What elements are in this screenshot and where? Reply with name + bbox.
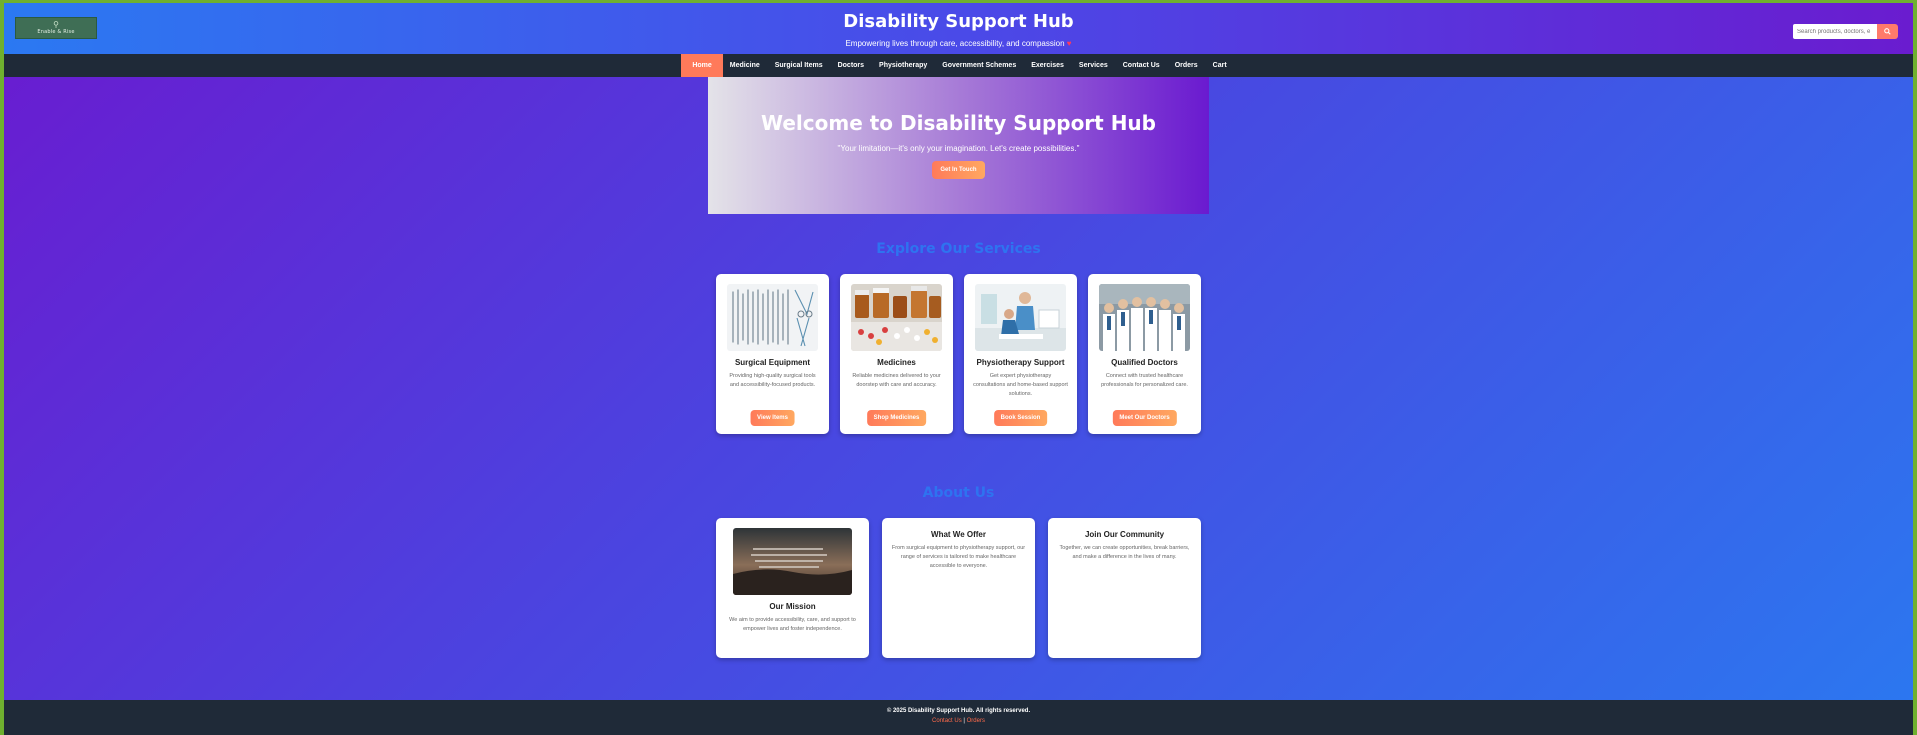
page: ⚲ Enable & Rise Disability Support Hub E… (4, 3, 1913, 735)
heart-icon: ♥ (1066, 39, 1072, 48)
nav-services[interactable]: Services (1071, 54, 1116, 77)
shop-medicines-button[interactable]: Shop Medicines (866, 410, 927, 426)
service-card-doctors: Qualified Doctors Connect with trusted h… (1088, 274, 1201, 434)
search-bar (1793, 24, 1898, 39)
about-card-desc: From surgical equipment to physiotherapy… (891, 545, 1026, 569)
service-card-title: Surgical Equipment (734, 358, 811, 367)
meet-our-doctors-button[interactable]: Meet Our Doctors (1112, 410, 1177, 426)
nav-cart[interactable]: Cart (1205, 54, 1235, 77)
site-footer: © 2025 Disability Support Hub. All right… (4, 700, 1913, 735)
doctors-image (1099, 284, 1190, 351)
footer-links: Contact Us | Orders (4, 718, 1913, 724)
service-card-surgical-equipment: Surgical Equipment Providing high-qualit… (716, 274, 829, 434)
about-card-title: What We Offer (931, 530, 986, 539)
services-cards: Surgical Equipment Providing high-qualit… (716, 274, 1201, 434)
service-card-desc: Connect with trusted healthcare professi… (1101, 373, 1188, 388)
about-cards: Our Mission We aim to provide accessibil… (716, 518, 1201, 658)
nav-doctors[interactable]: Doctors (830, 54, 872, 77)
service-card-title: Physiotherapy Support (976, 358, 1065, 367)
site-header: ⚲ Enable & Rise Disability Support Hub E… (4, 3, 1913, 54)
get-in-touch-button[interactable]: Get In Touch (932, 161, 985, 179)
service-card-title: Qualified Doctors (1111, 358, 1178, 367)
nav-contact-us[interactable]: Contact Us (1115, 54, 1168, 77)
service-card-desc: Reliable medicines delivered to your doo… (852, 373, 941, 388)
footer-orders-link[interactable]: Orders (967, 718, 985, 724)
view-items-button[interactable]: View Items (750, 410, 795, 426)
nav-exercises[interactable]: Exercises (1023, 54, 1072, 77)
service-card-desc: Get expert physiotherapy consultations a… (973, 373, 1068, 397)
nav-surgical-items[interactable]: Surgical Items (767, 54, 831, 77)
medicines-image (851, 284, 942, 351)
about-card-mission: Our Mission We aim to provide accessibil… (716, 518, 869, 658)
about-card-desc: Together, we can create opportunities, b… (1059, 545, 1190, 560)
nav-medicine[interactable]: Medicine (722, 54, 768, 77)
physiotherapy-image (975, 284, 1066, 351)
hero-title: Welcome to Disability Support Hub (761, 111, 1156, 135)
nav-physiotherapy[interactable]: Physiotherapy (871, 54, 935, 77)
service-card-desc: Providing high-quality surgical tools an… (729, 373, 816, 388)
search-input[interactable] (1793, 24, 1877, 39)
mission-image (733, 528, 852, 595)
tagline-text: Empowering lives through care, accessibi… (845, 39, 1065, 48)
service-card-title: Medicines (877, 358, 916, 367)
about-card-title: Our Mission (769, 602, 816, 611)
service-card-medicines: Medicines Reliable medicines delivered t… (840, 274, 953, 434)
service-card-physiotherapy: Physiotherapy Support Get expert physiot… (964, 274, 1077, 434)
search-icon (1884, 28, 1891, 35)
site-tagline: Empowering lives through care, accessibi… (4, 39, 1913, 48)
about-card-what-we-offer: What We Offer From surgical equipment to… (882, 518, 1035, 658)
about-heading: About Us (922, 485, 995, 501)
copyright-text: © 2025 Disability Support Hub. All right… (886, 708, 1031, 714)
main-nav: Home Medicine Surgical Items Doctors Phy… (4, 54, 1913, 77)
site-title: Disability Support Hub (843, 11, 1074, 32)
footer-contact-link[interactable]: Contact Us (932, 718, 962, 724)
surgical-tools-image (727, 284, 818, 351)
nav-government-schemes[interactable]: Government Schemes (934, 54, 1024, 77)
about-card-community: Join Our Community Together, we can crea… (1048, 518, 1201, 658)
nav-home[interactable]: Home (681, 54, 723, 77)
hero-banner: Welcome to Disability Support Hub "Your … (708, 77, 1209, 214)
services-heading: Explore Our Services (876, 241, 1041, 257)
footer-separator: | (963, 718, 965, 724)
nav-orders[interactable]: Orders (1167, 54, 1206, 77)
about-card-desc: We aim to provide accessibility, care, a… (729, 617, 856, 632)
hero-quote: "Your limitation—it's only your imaginat… (837, 144, 1080, 153)
search-button[interactable] (1877, 24, 1898, 39)
about-card-title: Join Our Community (1084, 530, 1165, 539)
book-session-button[interactable]: Book Session (993, 410, 1048, 426)
